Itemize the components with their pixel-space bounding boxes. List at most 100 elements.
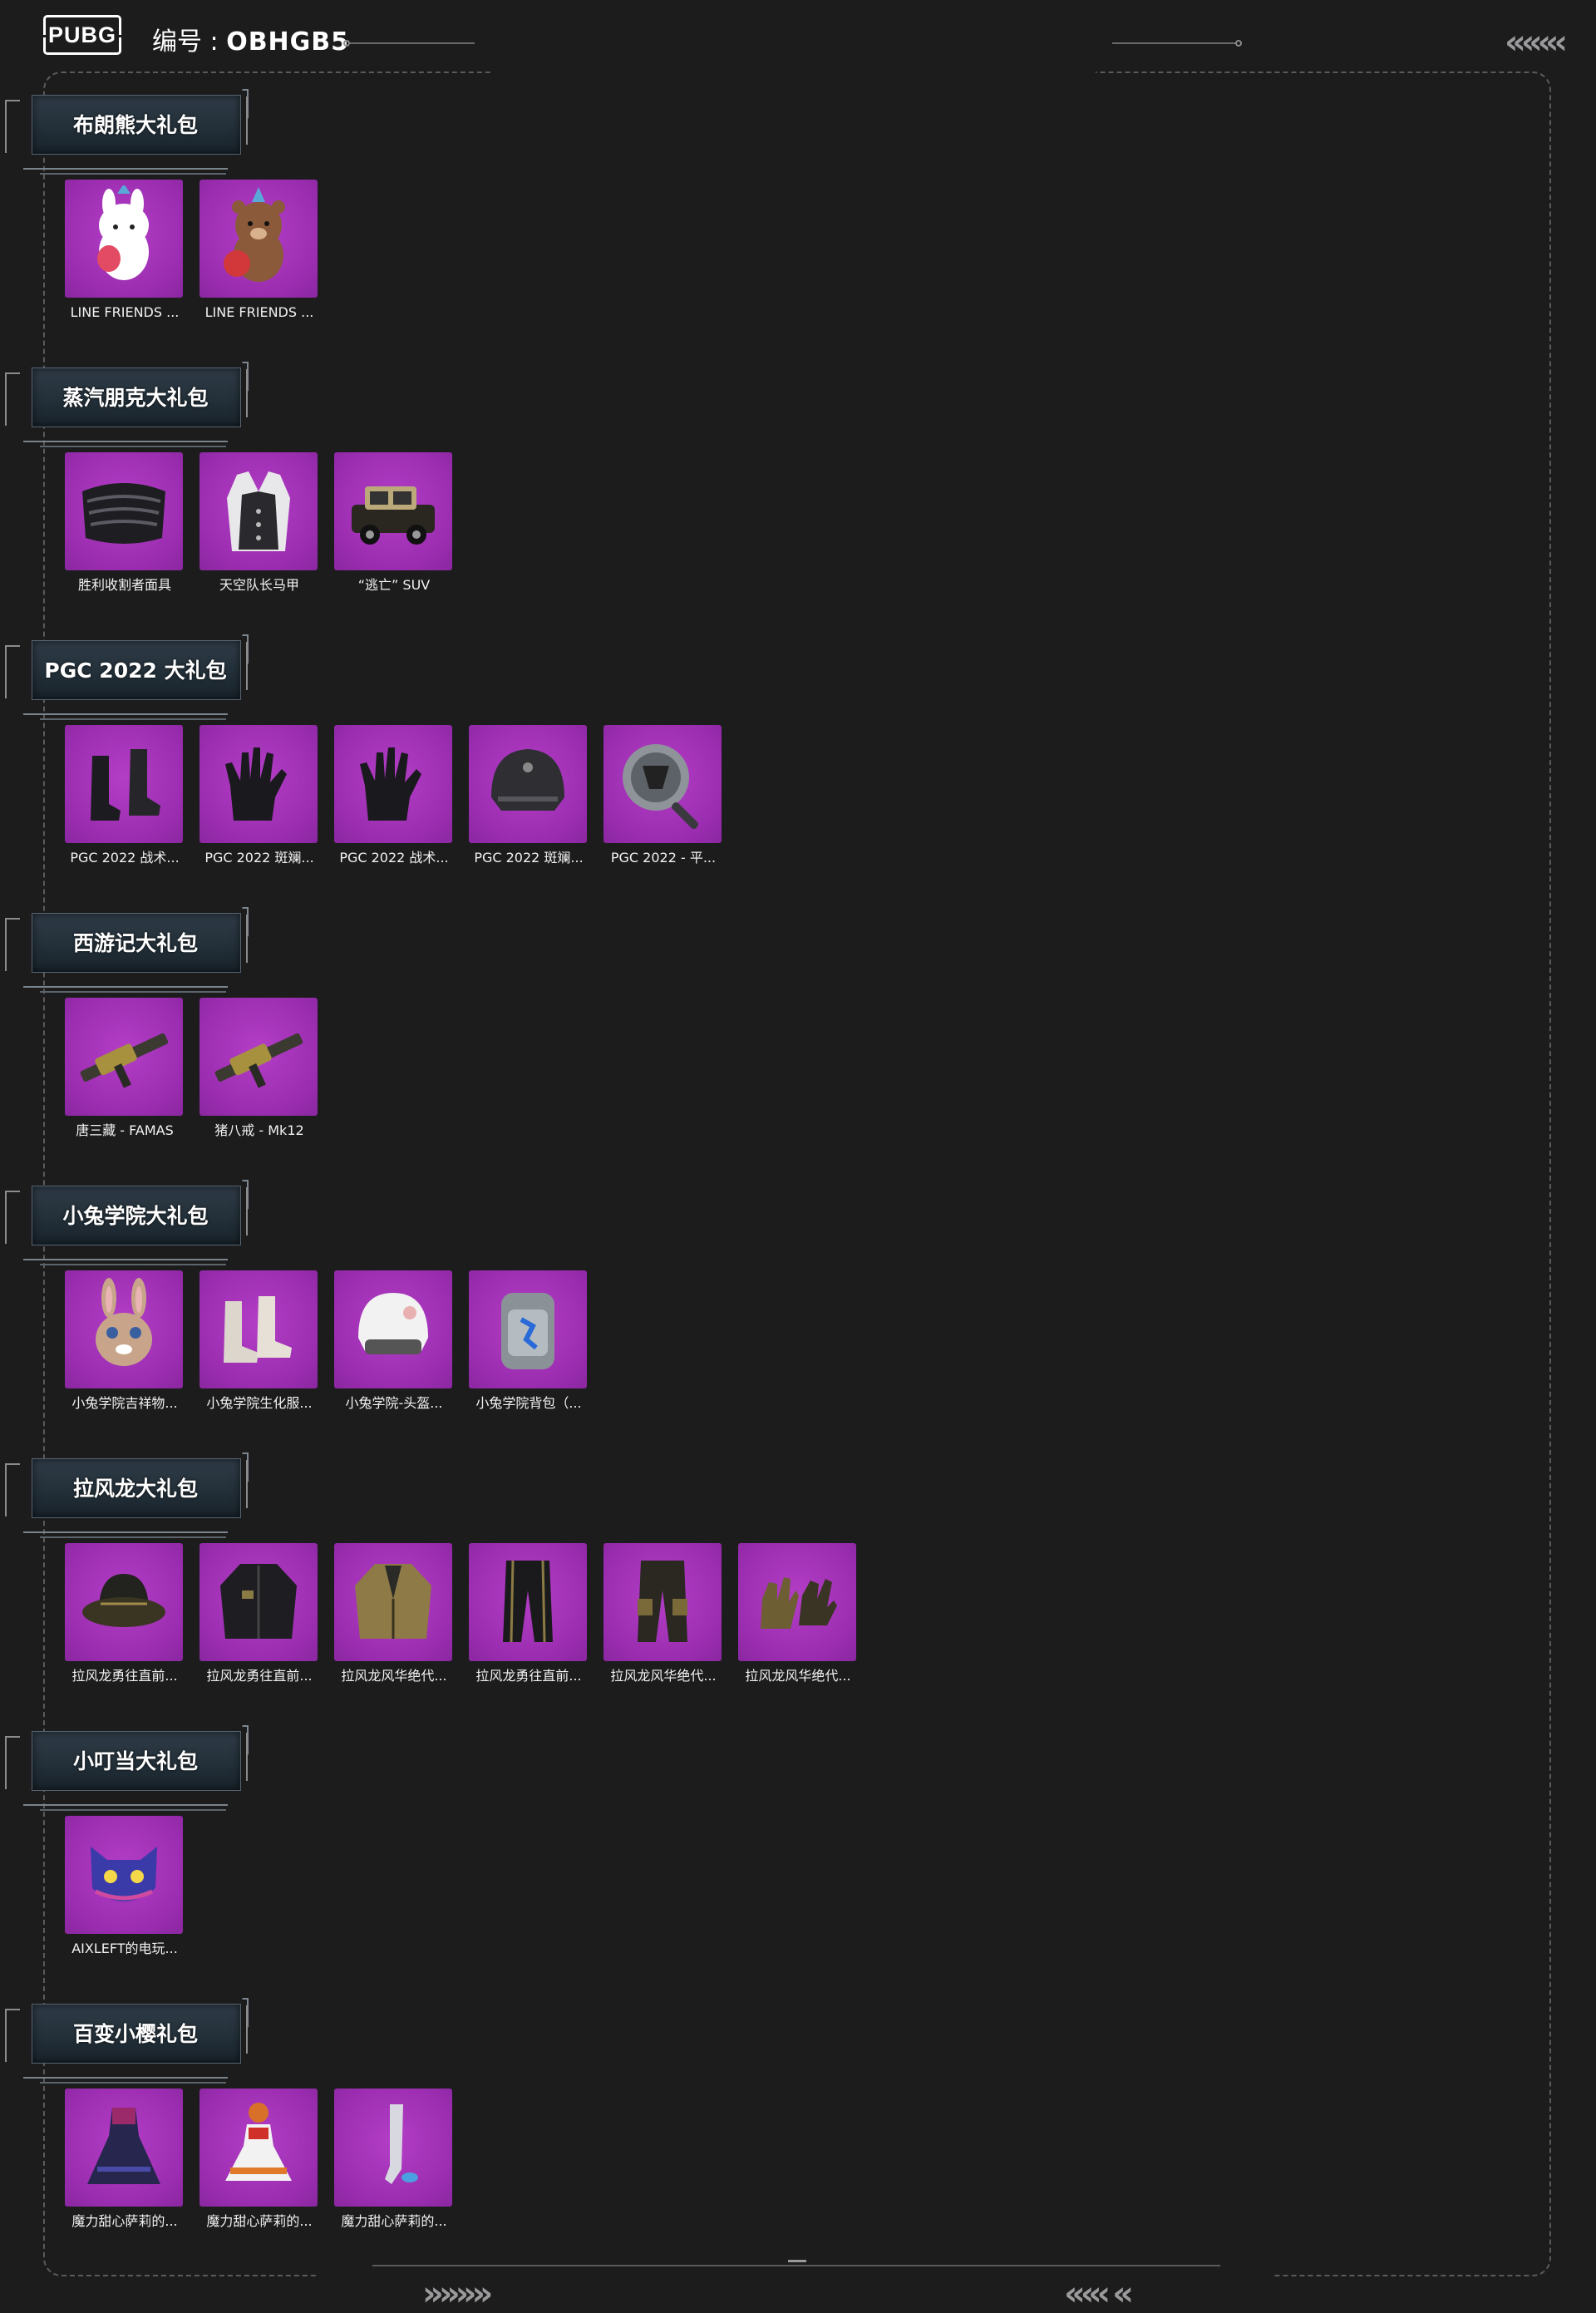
item-thumbnail[interactable] [65, 1270, 183, 1388]
item-thumbnail[interactable] [65, 2089, 183, 2207]
item-caption: 拉风龙勇往直前... [71, 1668, 178, 1684]
item-thumbnail[interactable] [65, 1816, 183, 1934]
section-title: 西游记大礼包 [72, 931, 198, 955]
item-card[interactable]: 小兔学院生化服... [200, 1270, 319, 1412]
header-bracket [239, 1733, 248, 1781]
item-card[interactable]: 小兔学院背包（... [469, 1270, 589, 1412]
section-title: PGC 2022 大礼包 [44, 658, 227, 683]
item-thumbnail[interactable] [334, 2089, 452, 2207]
item-thumbnail[interactable] [334, 1543, 452, 1661]
gift-pack-section: 布朗熊大礼包 LINE FRIENDS ... LINE FRIENDS ... [0, 75, 1596, 341]
header-underline [23, 441, 228, 442]
brown-bear-icon [224, 187, 285, 282]
item-card[interactable]: 猪八戒 - Mk12 [200, 998, 319, 1139]
item-caption: LINE FRIENDS ... [204, 304, 314, 320]
item-card[interactable]: 魔力甜心萨莉的... [65, 2089, 185, 2230]
header-bracket [5, 645, 20, 698]
item-caption: 拉风龙风华绝代... [610, 1668, 717, 1684]
header-bracket [5, 1191, 20, 1244]
gift-pack-section: 拉风龙大礼包 拉风龙勇往直前... 拉风龙勇往直前... 拉风龙风华绝代... … [0, 1438, 1596, 1704]
backpack-icon [501, 1293, 554, 1369]
item-card[interactable]: “逃亡” SUV [334, 452, 454, 594]
decor-dot [343, 40, 350, 47]
item-card[interactable]: PGC 2022 斑斓... [200, 725, 319, 866]
item-card[interactable]: 拉风龙勇往直前... [200, 1543, 319, 1684]
header-bracket [239, 96, 248, 145]
item-card[interactable]: 小兔学院吉祥物... [65, 1270, 185, 1412]
item-card[interactable]: 魔力甜心萨莉的... [334, 2089, 454, 2230]
item-thumbnail[interactable] [65, 998, 183, 1116]
header-underline [23, 986, 228, 988]
item-thumbnail[interactable] [738, 1543, 856, 1661]
item-card[interactable]: 胜利收割者面具 [65, 452, 185, 594]
item-thumbnail[interactable] [469, 1270, 587, 1388]
item-card[interactable]: PGC 2022 - 平... [603, 725, 723, 866]
header-bracket [239, 369, 248, 417]
section-header: 西游记大礼包 [5, 906, 248, 993]
header-bracket [239, 1460, 248, 1508]
item-thumbnail[interactable] [334, 725, 452, 843]
header-bracket [5, 1463, 20, 1517]
rifle-icon [214, 1033, 303, 1088]
chevrons-left-icon: ««‹ « [1064, 2275, 1134, 2313]
section-header: 布朗熊大礼包 [5, 88, 248, 175]
section-header: 小叮当大礼包 [5, 1724, 248, 1811]
chevrons-right-icon: »»»» [422, 2275, 493, 2313]
item-caption: AIXLEFT的电玩... [71, 1941, 178, 1956]
header-underline [40, 1264, 226, 1265]
glove-icon [225, 747, 287, 821]
item-thumbnail[interactable] [603, 1543, 722, 1661]
section-title: 百变小樱礼包 [72, 2022, 198, 2046]
jacket-icon [220, 1564, 297, 1639]
section-header: 小兔学院大礼包 [5, 1179, 248, 1265]
cat-mascot-icon [91, 1847, 157, 1901]
item-caption: PGC 2022 战术... [339, 850, 449, 866]
item-thumbnail[interactable] [65, 1543, 183, 1661]
header-underline [23, 1259, 228, 1260]
section-header: PGC 2022 大礼包 [5, 634, 248, 720]
item-card[interactable]: 拉风龙勇往直前... [65, 1543, 185, 1684]
item-card[interactable]: 唐三藏 - FAMAS [65, 998, 185, 1139]
item-caption: 胜利收割者面具 [77, 577, 171, 593]
item-thumbnail[interactable] [200, 1543, 318, 1661]
decor-line [1112, 42, 1235, 44]
item-thumbnail[interactable] [200, 725, 318, 843]
item-thumbnail[interactable] [469, 1543, 587, 1661]
header-underline [40, 1809, 226, 1811]
item-card[interactable]: LINE FRIENDS ... [65, 180, 185, 321]
item-card[interactable]: 拉风龙风华绝代... [738, 1543, 858, 1684]
item-card[interactable]: 拉风龙风华绝代... [334, 1543, 454, 1684]
item-caption: 魔力甜心萨莉的... [206, 2213, 313, 2229]
item-card[interactable]: PGC 2022 战术... [65, 725, 185, 866]
item-thumbnail[interactable] [200, 2089, 318, 2207]
item-card[interactable]: 拉风龙风华绝代... [603, 1543, 723, 1684]
item-thumbnail[interactable] [334, 452, 452, 570]
item-card[interactable]: PGC 2022 斑斓... [469, 725, 589, 866]
item-card[interactable]: 小兔学院-头盔... [334, 1270, 454, 1412]
gift-pack-section: PGC 2022 大礼包 PGC 2022 战术... PGC 2022 斑斓.… [0, 620, 1596, 886]
item-thumbnail[interactable] [334, 1270, 452, 1388]
item-card[interactable]: PGC 2022 战术... [334, 725, 454, 866]
item-thumbnail[interactable] [65, 452, 183, 570]
item-thumbnail[interactable] [200, 452, 318, 570]
item-card[interactable]: AIXLEFT的电玩... [65, 1816, 185, 1957]
item-thumbnail[interactable] [65, 180, 183, 298]
gift-pack-section: 小兔学院大礼包 小兔学院吉祥物... 小兔学院生化服... 小兔学院-头盔...… [0, 1166, 1596, 1432]
item-thumbnail[interactable] [603, 725, 722, 843]
item-card[interactable]: 拉风龙勇往直前... [469, 1543, 589, 1684]
bottom-tick [788, 2260, 806, 2262]
serial-number: 编号 : OBHGB5 [152, 24, 349, 61]
item-thumbnail[interactable] [200, 1270, 318, 1388]
item-caption: PGC 2022 - 平... [610, 850, 717, 866]
item-card[interactable]: 天空队长马甲 [200, 452, 319, 594]
item-card[interactable]: LINE FRIENDS ... [200, 180, 319, 321]
item-thumbnail[interactable] [469, 725, 587, 843]
item-caption: “逃亡” SUV [357, 577, 431, 593]
item-thumbnail[interactable] [200, 998, 318, 1116]
item-thumbnail[interactable] [200, 180, 318, 298]
header-bracket [5, 372, 20, 426]
item-card[interactable]: 魔力甜心萨莉的... [200, 2089, 319, 2230]
item-thumbnail[interactable] [65, 725, 183, 843]
bottom-rule [372, 2265, 1220, 2266]
item-caption: 天空队长马甲 [219, 577, 299, 593]
